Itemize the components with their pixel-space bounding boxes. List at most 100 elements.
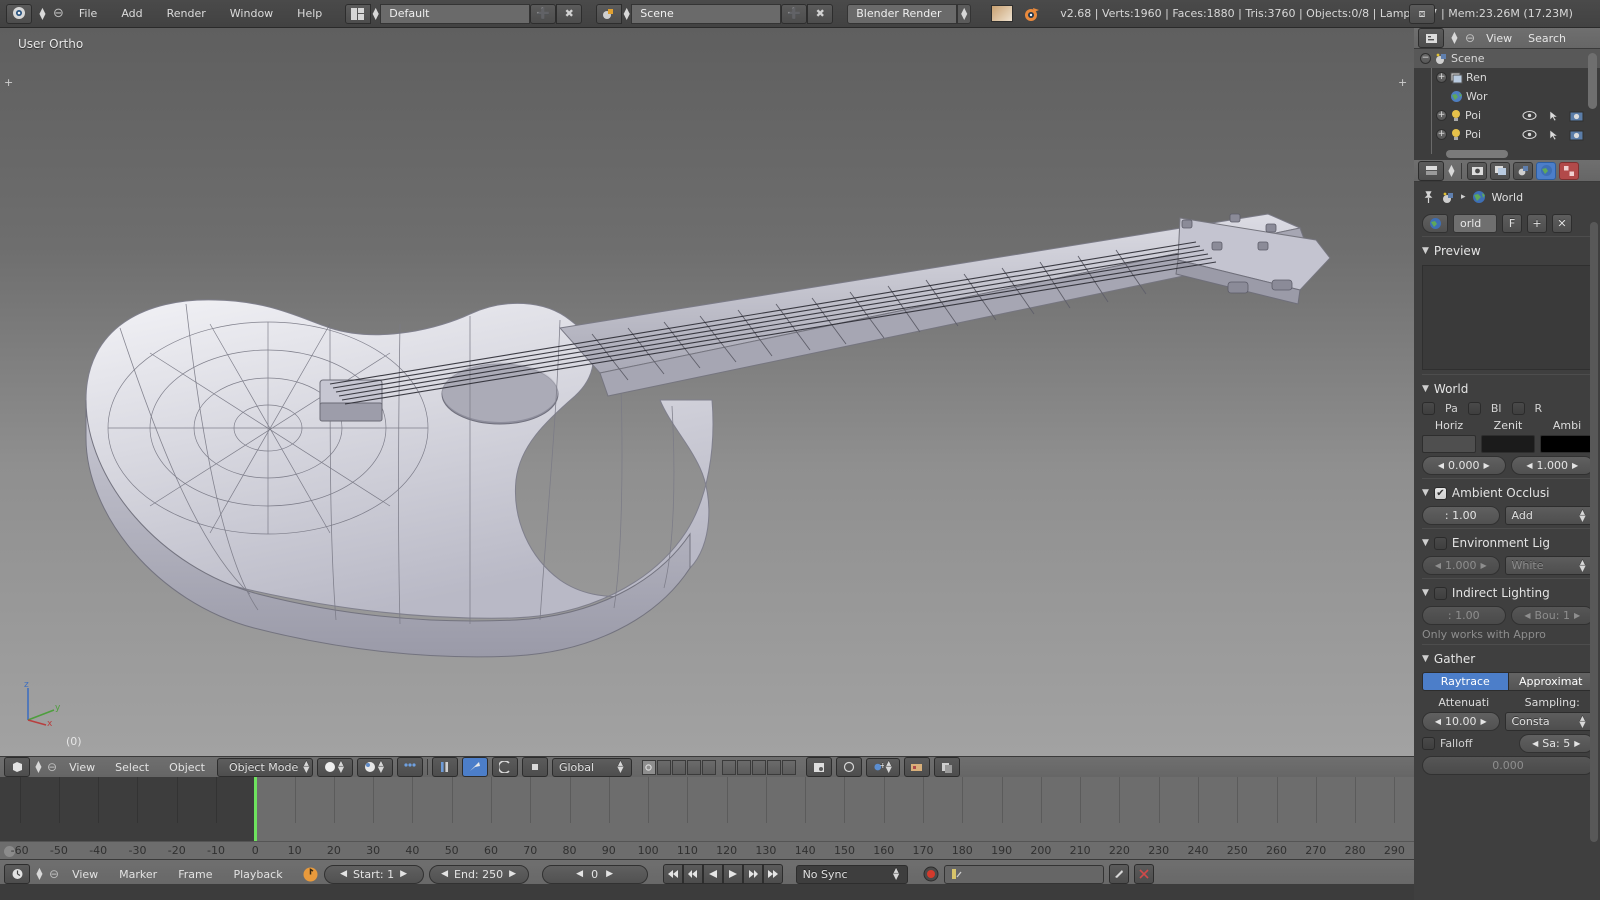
zenith-color-swatch[interactable] [1481,435,1535,453]
world-value-left-field[interactable]: ◀ 0.000 ▶ [1422,456,1506,475]
expand-icon[interactable]: + [1436,110,1447,121]
render-preview-icon[interactable] [805,757,832,777]
add-object-dropdown[interactable]: + ▲▼ [865,757,900,777]
timeline-menu-playback[interactable]: Playback [225,868,290,881]
outliner-row-lamp-1[interactable]: + Poi [1414,106,1600,125]
sync-mode-dropdown[interactable]: No Sync ▲ ▼ [795,864,908,884]
world-datablock-row[interactable]: orld F + ✕ [1422,214,1594,233]
properties-body[interactable]: ▸ World orld F + ✕ ▼ Preview ▼ World Pa … [1414,182,1600,900]
screen-layout-selector[interactable]: ▲ ▼ Default ➕ ✖ [345,3,583,24]
gather-falloff-row[interactable]: Falloff ◀ Sa: 5 ▶ [1422,734,1594,753]
blender-logo-icon[interactable] [6,3,32,24]
menu-help[interactable]: Help [288,4,331,24]
viewport-properties-handle-right[interactable]: + [1398,76,1410,89]
menu-window[interactable]: Window [221,4,282,24]
layer-button[interactable] [751,759,766,775]
prev-keyframe-icon[interactable] [682,864,703,884]
properties-scrollbar[interactable] [1590,222,1598,842]
texture-paint-icon[interactable] [903,757,930,777]
delete-keyframe-icon[interactable] [1133,864,1154,884]
outliner-menu-view[interactable]: View [1481,32,1517,45]
world-value-row[interactable]: ◀ 0.000 ▶ ◀ 1.000 ▶ [1422,456,1594,475]
timeline-playhead[interactable] [254,777,258,841]
outliner-menu-search[interactable]: Search [1523,32,1571,45]
gather-sampling-dropdown[interactable]: Consta ▲ ▼ [1504,712,1594,731]
layer-button[interactable] [701,759,716,775]
new-world-button[interactable]: + [1527,214,1547,233]
delete-scene-icon[interactable]: ✖ [807,3,834,24]
jump-to-end-icon[interactable] [762,864,783,884]
manipulator-rotate-icon[interactable] [491,757,518,777]
start-frame-field[interactable]: ◀ Start: 1 ▶ [323,864,424,884]
delete-screen-layout-icon[interactable]: ✖ [556,3,583,24]
collapse-icon[interactable]: − [1420,53,1431,64]
ao-settings-row[interactable]: : 1.00 Add ▲ ▼ [1422,506,1594,525]
gather-raytrace-button[interactable]: Raytrace [1422,672,1509,691]
gather-approximate-button[interactable]: Approximat [1508,672,1594,691]
properties-editor-icon[interactable] [1418,160,1444,181]
real-sky-checkbox[interactable] [1511,402,1525,415]
viewport-shading-dropdown[interactable]: ▲ ▼ [316,757,353,777]
manipulator-scale-icon[interactable] [521,757,548,777]
collapse-icon[interactable]: ⊖ [1465,31,1475,45]
scene-spinner-icon[interactable]: ▲ ▼ [622,6,631,20]
camera-icon[interactable] [1569,129,1584,141]
gather-settings-row[interactable]: ◀ 10.00 ▶ Consta ▲ ▼ [1422,712,1594,731]
viewport-toolshelf-handle-left[interactable]: + [4,76,16,89]
indirect-factor-field[interactable]: : 1.00 [1422,606,1506,625]
ao-factor-field[interactable]: : 1.00 [1422,506,1500,525]
unlink-world-button[interactable]: ✕ [1552,214,1572,233]
world-browse-icon[interactable] [1422,214,1448,233]
3d-viewport[interactable]: User Ortho (0) + + z y x [0,28,1414,756]
ambient-color-swatch[interactable] [1540,435,1594,453]
layer-button[interactable] [781,759,796,775]
add-screen-layout-icon[interactable]: ➕ [530,3,557,24]
env-settings-row[interactable]: ◀ 1.000 ▶ White ▲ ▼ [1422,556,1594,575]
world-value-right-field[interactable]: ◀ 1.000 ▶ [1510,456,1594,475]
outliner-icon[interactable] [1418,28,1444,48]
panel-header-gather[interactable]: ▼ Gather [1422,649,1594,669]
eye-icon[interactable] [1522,129,1537,140]
logo-spinner-icon[interactable]: ▲ ▼ [38,6,47,20]
texture-tab-icon[interactable] [1559,161,1579,180]
render-engine-label[interactable]: Blender Render [847,3,958,24]
world-name-field[interactable]: orld [1453,214,1497,233]
env-energy-field[interactable]: ◀ 1.000 ▶ [1422,556,1500,575]
layer-button[interactable] [656,759,671,775]
indirect-bounces-field[interactable]: ◀ Bou: 1 ▶ [1510,606,1594,625]
gather-bottom-field[interactable]: 0.000 [1422,756,1594,775]
camera-icon[interactable] [1569,110,1584,122]
editor-type-spinner-icon[interactable]: ▲ ▼ [34,760,43,774]
record-icon[interactable] [923,866,939,882]
pivot-point-dropdown[interactable]: ▲ ▼ [356,757,393,777]
layer-group-top-right[interactable] [721,759,796,775]
end-frame-field[interactable]: ◀ End: 250 ▶ [428,864,529,884]
menu-file[interactable]: File [70,4,106,24]
outliner-row-renderlayers[interactable]: + Ren [1414,68,1600,87]
scene-icon[interactable] [1441,191,1455,204]
timeline-menu-marker[interactable]: Marker [111,868,165,881]
editor-type-spinner-icon[interactable]: ▲ ▼ [35,867,44,881]
screen-layout-icon[interactable] [345,3,372,24]
manipulator-toggle-icon[interactable] [396,757,423,777]
keying-set-field[interactable] [943,864,1104,884]
menu-render[interactable]: Render [158,4,215,24]
magnet-icon[interactable] [431,757,458,777]
cursor-icon[interactable] [1549,128,1559,141]
jump-to-start-icon[interactable] [662,864,683,884]
timeline-icon[interactable] [4,864,30,884]
timeline-ruler[interactable]: -60 -50 -40 -30 -20 -10 0 10 20 30 40 50 60 70 80 90 100… [0,841,1414,859]
layer-group-top-left[interactable] [641,759,716,775]
layer-button[interactable] [686,759,701,775]
layer-button[interactable] [641,759,656,775]
blend-sky-checkbox[interactable] [1467,402,1481,415]
properties-editor[interactable]: ▲ ▼ ▸ World orld F + ✕ ▼ Preview ▼ World… [1414,160,1600,900]
panel-header-preview[interactable]: ▼ Preview [1422,241,1594,261]
copy-attributes-icon[interactable] [933,757,960,777]
cursor-icon[interactable] [1549,109,1559,122]
fake-user-button[interactable]: F [1502,214,1522,233]
collapse-icon[interactable]: ⊖ [47,760,57,774]
screen-layout-name[interactable]: Default [380,3,531,24]
next-keyframe-icon[interactable] [742,864,763,884]
layer-button[interactable] [766,759,781,775]
